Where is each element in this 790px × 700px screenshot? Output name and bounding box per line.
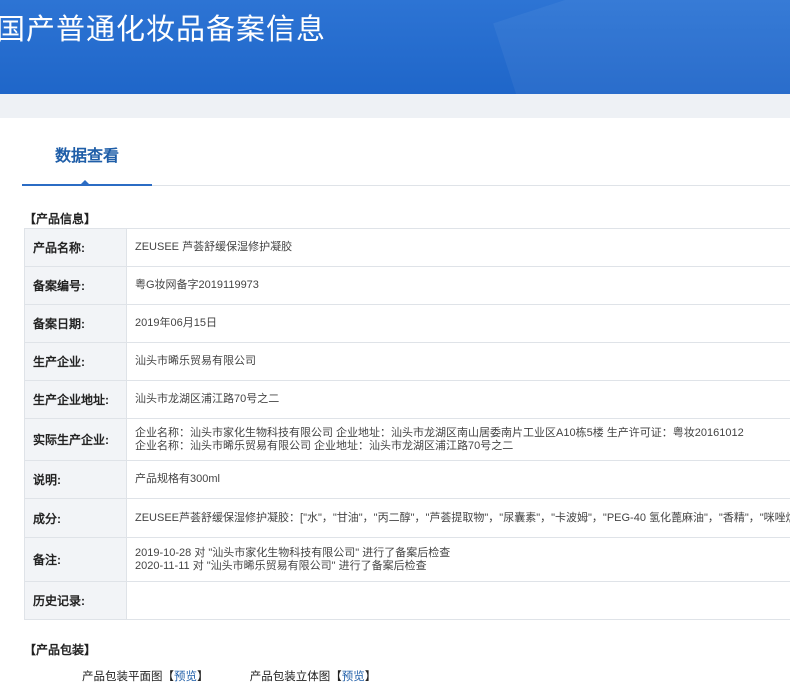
packaging-row: 产品包装平面图【预览】 产品包装立体图【预览】	[82, 668, 414, 684]
info-row-label: 备注:	[25, 538, 127, 581]
info-row-value: 2019年06月15日	[127, 305, 790, 342]
info-row-value	[127, 582, 790, 619]
info-value-line: 2020-11-11 对 "汕头市晞乐贸易有限公司" 进行了备案后检查	[135, 559, 427, 572]
tab-data-view[interactable]: 数据查看	[22, 136, 152, 186]
info-row-label: 产品名称:	[25, 229, 127, 266]
info-value-line: 粤G妆网备字2019119973	[135, 279, 259, 291]
info-row-product-name: 产品名称: ZEUSEE 芦荟舒缓保湿修护凝胶	[25, 229, 790, 267]
info-row-value: ZEUSEE芦荟舒缓保湿修护凝胶：["水"，"甘油"，"丙二醇"，"芦荟提取物"…	[127, 499, 790, 537]
info-row-value: 2019-10-28 对 "汕头市家化生物科技有限公司" 进行了备案后检查 202…	[127, 538, 790, 581]
info-value-line: 2019-10-28 对 "汕头市家化生物科技有限公司" 进行了备案后检查	[135, 546, 451, 559]
header-band	[0, 94, 790, 118]
info-row-label: 实际生产企业:	[25, 419, 127, 460]
info-row-value: ZEUSEE 芦荟舒缓保湿修护凝胶	[127, 229, 790, 266]
info-row-value: 汕头市晞乐贸易有限公司	[127, 343, 790, 380]
info-row-value: 粤G妆网备字2019119973	[127, 267, 790, 304]
info-row-label: 生产企业地址:	[25, 381, 127, 418]
info-value-line: 企业名称：汕头市晞乐贸易有限公司 企业地址：汕头市龙湖区浦江路70号之二	[135, 439, 514, 452]
page-title: 国产普通化妆品备案信息	[0, 12, 327, 46]
info-row-manufacturer-address: 生产企业地址: 汕头市龙湖区浦江路70号之二	[25, 381, 790, 419]
bracket-close: 】	[364, 671, 377, 683]
bracket-close: 】	[197, 671, 209, 683]
info-row-label: 历史记录:	[25, 582, 127, 619]
info-row-value: 企业名称：汕头市家化生物科技有限公司 企业地址：汕头市龙湖区南山居委南片工业区A…	[127, 419, 790, 460]
info-row-filing-date: 备案日期: 2019年06月15日	[25, 305, 790, 343]
info-value-line: 产品规格有300ml	[135, 473, 220, 485]
info-row-label: 生产企业:	[25, 343, 127, 380]
info-row-description: 说明: 产品规格有300ml	[25, 461, 790, 499]
bracket-open: 【	[162, 671, 175, 683]
info-value-line: 2019年06月15日	[135, 317, 217, 329]
packaging-item-flat: 产品包装平面图【预览】	[82, 668, 209, 684]
tab-bar: 数据查看	[22, 136, 790, 186]
info-row-ingredients: 成分: ZEUSEE芦荟舒缓保湿修护凝胶：["水"，"甘油"，"丙二醇"，"芦荟提…	[25, 499, 790, 538]
info-value-line: ZEUSEE芦荟舒缓保湿修护凝胶：["水"，"甘油"，"丙二醇"，"芦荟提取物"…	[135, 511, 790, 524]
info-row-filing-number: 备案编号: 粤G妆网备字2019119973	[25, 267, 790, 305]
tab-active-indicator	[79, 180, 91, 186]
packaging-title: 【产品包装】	[24, 643, 97, 657]
info-row-actual-manufacturer: 实际生产企业: 企业名称：汕头市家化生物科技有限公司 企业地址：汕头市龙湖区南山居…	[25, 419, 790, 461]
info-value-line: ZEUSEE 芦荟舒缓保湿修护凝胶	[135, 241, 293, 253]
preview-3d-link[interactable]: 预览	[342, 671, 365, 683]
packaging-flat-label: 产品包装平面图	[82, 671, 163, 683]
info-row-label: 成分:	[25, 499, 127, 537]
packaging-item-3d: 产品包装立体图【预览】	[250, 668, 377, 684]
info-row-history: 历史记录:	[25, 582, 790, 619]
header-banner: 国产普通化妆品备案信息	[0, 0, 790, 94]
info-row-label: 备案日期:	[25, 305, 127, 342]
bracket-open: 【	[330, 671, 342, 683]
info-value-line: 汕头市晞乐贸易有限公司	[135, 355, 256, 367]
info-row-manufacturer: 生产企业: 汕头市晞乐贸易有限公司	[25, 343, 790, 381]
product-info-table: 产品名称: ZEUSEE 芦荟舒缓保湿修护凝胶备案编号: 粤G妆网备字2019119…	[24, 228, 790, 620]
packaging-3d-label: 产品包装立体图	[249, 671, 331, 683]
product-info-title: 【产品信息】	[24, 212, 97, 226]
preview-flat-link[interactable]: 预览	[174, 671, 197, 683]
info-row-value: 产品规格有300ml	[127, 461, 790, 498]
info-row-remarks: 备注: 2019-10-28 对 "汕头市家化生物科技有限公司" 进行了备案后检查…	[25, 538, 790, 582]
info-row-value: 汕头市龙湖区浦江路70号之二	[127, 381, 790, 418]
info-value-line: 企业名称：汕头市家化生物科技有限公司 企业地址：汕头市龙湖区南山居委南片工业区A…	[135, 426, 744, 439]
info-value-line: 汕头市龙湖区浦江路70号之二	[135, 393, 280, 405]
info-row-label: 备案编号:	[25, 267, 127, 304]
banner-decoration	[493, 0, 790, 94]
info-row-label: 说明:	[25, 461, 127, 498]
